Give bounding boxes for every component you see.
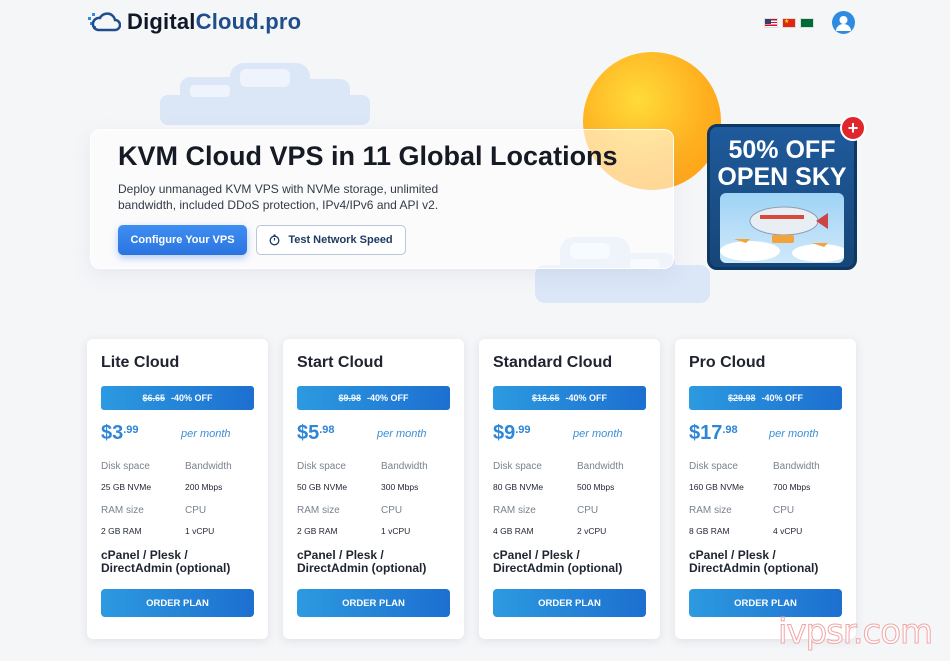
cpu-label: CPU bbox=[773, 505, 795, 516]
order-plan-button[interactable]: ORDER PLAN bbox=[297, 589, 450, 617]
disk-value: 25 GB NVMe bbox=[101, 482, 152, 492]
old-price: $16.65 bbox=[531, 393, 560, 403]
cpu-label: CPU bbox=[185, 505, 207, 516]
bandwidth-value: 700 Mbps bbox=[773, 482, 811, 492]
control-panel-note: cPanel / Plesk / DirectAdmin (optional) bbox=[297, 548, 427, 575]
price-period: per month bbox=[573, 428, 623, 440]
plan-name: Start Cloud bbox=[297, 354, 384, 371]
discount-label: -40% OFF bbox=[761, 393, 804, 403]
user-icon[interactable] bbox=[832, 11, 855, 34]
test-network-speed-label: Test Network Speed bbox=[288, 234, 393, 246]
discount-badge: $6.65 -40% OFF bbox=[101, 386, 254, 410]
disk-value: 80 GB NVMe bbox=[493, 482, 544, 492]
control-panel-note: cPanel / Plesk / DirectAdmin (optional) bbox=[101, 548, 231, 575]
hero-panel: KVM Cloud VPS in 11 Global Locations Dep… bbox=[90, 129, 674, 269]
discount-label: -40% OFF bbox=[565, 393, 608, 403]
price-period: per month bbox=[769, 428, 819, 440]
discount-badge: $9.98 -40% OFF bbox=[297, 386, 450, 410]
old-price: $9.98 bbox=[338, 393, 361, 403]
bandwidth-value: 200 Mbps bbox=[185, 482, 223, 492]
ram-value: 2 GB RAM bbox=[297, 526, 338, 536]
ram-value: 4 GB RAM bbox=[493, 526, 534, 536]
plan-price: $5.98 bbox=[297, 422, 335, 444]
plan-card-start: Start Cloud $9.98 -40% OFF $5.98 per mon… bbox=[283, 339, 464, 639]
airship-illustration bbox=[720, 193, 844, 263]
cpu-value: 2 vCPU bbox=[577, 526, 607, 536]
old-price: $29.98 bbox=[727, 393, 756, 403]
promo-line-1: 50% OFF bbox=[728, 136, 836, 164]
old-price: $6.65 bbox=[142, 393, 165, 403]
plan-name: Lite Cloud bbox=[101, 354, 180, 371]
bandwidth-value: 300 Mbps bbox=[381, 482, 419, 492]
sa-flag-icon[interactable] bbox=[800, 17, 814, 28]
bandwidth-label: Bandwidth bbox=[185, 461, 232, 472]
configure-vps-button[interactable]: Configure Your VPS bbox=[118, 225, 247, 255]
discount-badge: $16.65 -40% OFF bbox=[493, 386, 646, 410]
disk-label: Disk space bbox=[101, 461, 150, 472]
stopwatch-icon bbox=[269, 234, 280, 246]
promo-banner[interactable]: 50% OFF OPEN SKY bbox=[707, 124, 857, 270]
cpu-value: 1 vCPU bbox=[185, 526, 215, 536]
discount-badge: $29.98 -40% OFF bbox=[689, 386, 842, 410]
plan-card-standard: Standard Cloud $16.65 -40% OFF $9.99 per… bbox=[479, 339, 660, 639]
plan-name: Standard Cloud bbox=[493, 354, 613, 371]
bandwidth-label: Bandwidth bbox=[381, 461, 428, 472]
ram-value: 2 GB RAM bbox=[101, 526, 142, 536]
cn-flag-icon[interactable] bbox=[782, 17, 796, 28]
bandwidth-value: 500 Mbps bbox=[577, 482, 615, 492]
order-plan-button[interactable]: ORDER PLAN bbox=[493, 589, 646, 617]
disk-label: Disk space bbox=[493, 461, 542, 472]
us-flag-icon[interactable] bbox=[764, 17, 778, 28]
cpu-label: CPU bbox=[577, 505, 599, 516]
watermark: ivpsr.com bbox=[777, 612, 933, 653]
brand-name: DigitalCloud.pro bbox=[127, 9, 302, 34]
test-network-speed-button[interactable]: Test Network Speed bbox=[256, 225, 406, 255]
header-actions bbox=[764, 11, 855, 34]
ram-label: RAM size bbox=[689, 505, 732, 516]
discount-label: -40% OFF bbox=[367, 393, 409, 403]
cpu-value: 4 vCPU bbox=[773, 526, 803, 536]
disk-value: 160 GB NVMe bbox=[689, 482, 744, 492]
plan-card-pro: Pro Cloud $29.98 -40% OFF $17.98 per mon… bbox=[675, 339, 856, 639]
price-period: per month bbox=[377, 428, 427, 440]
bandwidth-label: Bandwidth bbox=[577, 461, 624, 472]
plan-name: Pro Cloud bbox=[689, 354, 766, 371]
pixel-cloud-icon bbox=[160, 63, 370, 125]
ram-value: 8 GB RAM bbox=[689, 526, 730, 536]
ram-label: RAM size bbox=[101, 505, 144, 516]
hero-title: KVM Cloud VPS in 11 Global Locations bbox=[118, 141, 618, 171]
control-panel-note: cPanel / Plesk / DirectAdmin (optional) bbox=[689, 548, 819, 575]
control-panel-note: cPanel / Plesk / DirectAdmin (optional) bbox=[493, 548, 623, 575]
cpu-value: 1 vCPU bbox=[381, 526, 411, 536]
brand-logo[interactable]: DigitalCloud.pro bbox=[87, 9, 301, 35]
discount-label: -40% OFF bbox=[171, 393, 213, 403]
plan-price: $17.98 bbox=[689, 422, 738, 444]
disk-label: Disk space bbox=[297, 461, 346, 472]
promo-line-2: OPEN SKY bbox=[717, 163, 847, 191]
disk-label: Disk space bbox=[689, 461, 738, 472]
plan-price: $3.99 bbox=[101, 422, 139, 444]
ram-label: RAM size bbox=[297, 505, 340, 516]
plan-price: $9.99 bbox=[493, 422, 531, 444]
promo-plus-badge[interactable]: + bbox=[840, 115, 866, 141]
price-period: per month bbox=[181, 428, 231, 440]
ram-label: RAM size bbox=[493, 505, 536, 516]
bandwidth-label: Bandwidth bbox=[773, 461, 820, 472]
hero-description: Deploy unmanaged KVM VPS with NVMe stora… bbox=[118, 182, 439, 212]
plan-card-lite: Lite Cloud $6.65 -40% OFF $3.99 per mont… bbox=[87, 339, 268, 639]
cloud-logo-icon bbox=[88, 12, 121, 32]
order-plan-button[interactable]: ORDER PLAN bbox=[101, 589, 254, 617]
disk-value: 50 GB NVMe bbox=[297, 482, 348, 492]
cpu-label: CPU bbox=[381, 505, 403, 516]
